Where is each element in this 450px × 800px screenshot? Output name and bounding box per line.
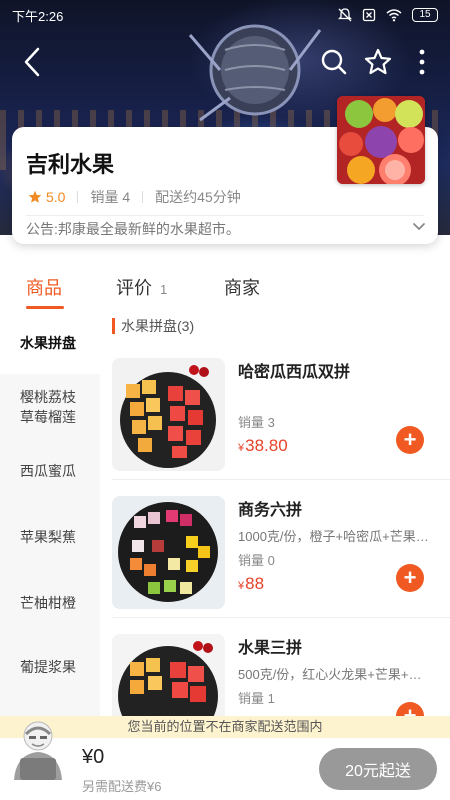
cart-mascot-icon — [14, 721, 62, 780]
wifi-icon — [386, 9, 402, 22]
product-image — [112, 496, 225, 609]
back-arrow-icon — [24, 47, 40, 77]
store-notice: 公告:邦康最全最新鲜的水果超市。 — [26, 221, 240, 237]
tab-label: 评价 — [116, 278, 152, 298]
back-button[interactable] — [14, 44, 50, 80]
delivery-range-notice: 您当前的位置不在商家配送范围内 — [0, 716, 450, 738]
product-item[interactable]: 水果三拼 500克/份，红心火龙果+芒果+… 销量 1 ¥ + — [100, 624, 450, 724]
tab-products[interactable]: 商品 — [26, 274, 62, 300]
product-description: 500克/份，红心火龙果+芒果+… — [238, 667, 422, 682]
product-item[interactable]: 商务六拼 1000克/份，橙子+哈密瓜+芒果… 销量 0 ¥88 + — [100, 486, 450, 618]
more-button[interactable] — [404, 44, 440, 80]
product-image — [112, 358, 225, 471]
tab-reviews[interactable]: 评价 1 — [116, 274, 167, 300]
rating-star-icon — [28, 190, 42, 203]
row-divider — [112, 479, 450, 480]
product-sales: 销量 3 — [238, 415, 275, 430]
row-divider — [112, 617, 450, 618]
tab-merchant[interactable]: 商家 — [224, 274, 260, 300]
product-name: 水果三拼 — [238, 640, 303, 657]
store-meta: 5.0 销量 4 配送约45分钟 — [28, 187, 241, 207]
favorite-button[interactable] — [360, 44, 396, 80]
tab-label: 商家 — [224, 278, 260, 298]
more-vertical-icon — [419, 49, 425, 75]
meta-divider — [142, 191, 144, 203]
category-item[interactable]: 樱桃荔枝草莓榴莲 — [0, 374, 100, 440]
status-time: 下午2:26 — [12, 8, 64, 24]
store-logo — [337, 96, 425, 184]
battery-icon: 15 — [412, 8, 438, 22]
active-tab-indicator — [26, 306, 64, 309]
product-price: ¥88 — [238, 574, 264, 594]
store-name: 吉利水果 — [26, 152, 115, 177]
tab-label: 商品 — [26, 278, 62, 298]
category-item[interactable]: 葡提浆果 — [0, 636, 100, 698]
price-value: 88 — [245, 574, 265, 593]
product-price: ¥38.80 — [238, 436, 288, 456]
product-sales: 销量 0 — [238, 553, 275, 568]
currency-symbol: ¥ — [238, 580, 245, 592]
chevron-down-icon — [413, 223, 425, 230]
product-description: 1000克/份，橙子+哈密瓜+芒果… — [238, 529, 429, 544]
store-tabs: 商品 评价 1 商家 — [0, 262, 450, 312]
fruit-logo-image — [337, 96, 425, 184]
cart-icon[interactable] — [10, 718, 66, 788]
store-rating: 5.0 — [46, 189, 66, 205]
price-value: 38.80 — [245, 436, 288, 455]
no-sim-icon — [362, 8, 376, 22]
star-outline-icon — [364, 48, 392, 75]
add-to-cart-button[interactable]: + — [396, 426, 424, 454]
search-icon — [321, 49, 347, 75]
product-image — [112, 634, 225, 724]
search-button[interactable] — [316, 44, 352, 80]
product-name: 商务六拼 — [238, 502, 303, 519]
category-sidebar: 水果拼盘 樱桃荔枝草莓榴莲 西瓜蜜瓜 苹果梨蕉 芒柚柑橙 葡提浆果 — [0, 312, 100, 724]
category-item[interactable]: 水果拼盘 — [0, 312, 100, 374]
category-item[interactable]: 苹果梨蕉 — [0, 506, 100, 568]
review-count: 1 — [160, 282, 168, 297]
cart-total: ¥0 — [82, 746, 105, 768]
expand-notice-button[interactable] — [412, 219, 426, 238]
delivery-time: 配送约45分钟 — [155, 189, 241, 205]
product-item[interactable]: 哈密瓜西瓜双拼 销量 3 ¥38.80 + — [100, 348, 450, 480]
cart-bar: ¥0 另需配送费¥6 20元起送 — [0, 721, 450, 800]
plus-icon: + — [403, 427, 417, 452]
card-divider — [26, 215, 424, 216]
mute-icon — [338, 8, 352, 22]
status-bar: 下午2:26 15 — [0, 0, 450, 30]
meta-divider — [77, 191, 79, 203]
plus-icon: + — [403, 565, 417, 590]
product-name: 哈密瓜西瓜双拼 — [238, 364, 351, 381]
category-item[interactable]: 芒柚柑橙 — [0, 572, 100, 634]
top-nav — [0, 40, 450, 84]
add-to-cart-button[interactable]: + — [396, 564, 424, 592]
product-sales: 销量 1 — [238, 691, 275, 706]
checkout-button[interactable]: 20元起送 — [319, 748, 437, 790]
category-item[interactable]: 西瓜蜜瓜 — [0, 440, 100, 502]
store-sales: 销量 4 — [90, 189, 131, 205]
delivery-fee: 另需配送费¥6 — [82, 779, 162, 794]
currency-symbol: ¥ — [238, 442, 245, 454]
product-list: 水果拼盘(3) 哈密瓜西瓜双拼 销量 3 ¥38.80 + 商务六拼 1000克… — [100, 312, 450, 724]
section-title: 水果拼盘(3) — [112, 318, 194, 334]
